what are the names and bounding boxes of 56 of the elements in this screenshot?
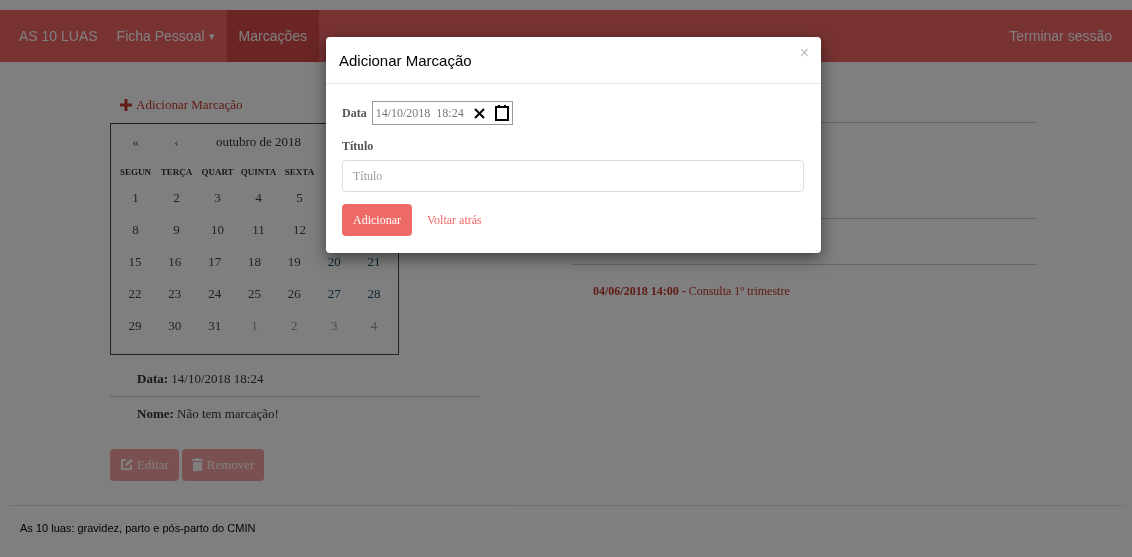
calendar-day[interactable]: 19 — [274, 245, 315, 278]
detail-text: Data: 14/10/2018 18:24 — [137, 370, 264, 389]
calendar-day[interactable]: 9 — [156, 213, 197, 246]
calendar-day[interactable]: 22 — [115, 277, 155, 310]
calendar-day[interactable]: 10 — [197, 213, 238, 246]
previous-year-button[interactable]: « — [115, 131, 156, 152]
detail-text: Nome: Não tem marcação! — [137, 404, 279, 423]
clear-icon[interactable] — [473, 107, 485, 119]
back-link[interactable]: Voltar atrás — [427, 211, 482, 229]
calendar-day[interactable]: 27 — [314, 277, 355, 310]
calendar-day[interactable]: 3 — [197, 181, 238, 214]
calendar-day[interactable]: 5 — [279, 181, 320, 214]
calendar-day[interactable]: 1 — [115, 181, 156, 214]
calendar-day[interactable]: 31 — [194, 309, 235, 342]
calendar-day[interactable]: 24 — [194, 277, 235, 310]
nav-item[interactable]: Ficha Pessoal ▾ — [104, 10, 227, 62]
calendar-day[interactable]: 30 — [154, 309, 195, 342]
calendar-day[interactable]: 2 — [156, 181, 197, 214]
calendar-day[interactable]: 11 — [238, 213, 279, 246]
calendar-day[interactable]: 12 — [279, 213, 320, 246]
calendar-day[interactable]: 4 — [238, 181, 279, 214]
edit-icon — [120, 458, 133, 471]
caret-icon: ▾ — [208, 27, 215, 45]
title-input[interactable]: Título — [342, 160, 804, 192]
calendar-day[interactable]: 15 — [115, 245, 155, 278]
calendar-day[interactable]: 26 — [274, 277, 315, 310]
brand: AS 10 LUAS — [18, 26, 99, 46]
calendar-day[interactable]: 20 — [314, 245, 355, 278]
weekday-label: SEGUN — [119, 165, 152, 179]
calendar-day[interactable]: 8 — [115, 213, 156, 246]
weekday-label: QUART — [200, 165, 235, 179]
date-input[interactable]: 14/10/2018 18:24 — [371, 101, 513, 125]
appointment-item[interactable]: 04/06/2018 14:00 - Consulta 1º trimestre — [573, 265, 1037, 300]
weekday-label: QUINTA — [239, 165, 278, 179]
calendar-icon[interactable] — [494, 105, 509, 121]
date-label: Data — [342, 105, 367, 122]
calendar-day[interactable]: 23 — [154, 277, 195, 310]
calendar-day[interactable]: 29 — [115, 309, 155, 342]
calendar-day[interactable]: 21 — [354, 245, 394, 278]
plus-icon — [120, 98, 132, 111]
trash-icon — [191, 458, 203, 471]
calendar-day[interactable]: 17 — [194, 245, 235, 278]
title-label: Título — [342, 138, 375, 155]
footer-text: As 10 luas: gravidez, parto e pós-parto do CMIN — [20, 521, 256, 536]
calendar-day[interactable]: 25 — [234, 277, 275, 310]
modal-title: Adicionar Marcação — [339, 51, 472, 72]
nav-item[interactable]: Marcações — [226, 10, 319, 62]
weekday-label: SEXTA — [283, 165, 316, 179]
calendar-day[interactable]: 18 — [234, 245, 275, 278]
previous-month-button[interactable]: ‹ — [156, 131, 197, 152]
logout-link[interactable]: Terminar sessão — [1001, 25, 1120, 47]
weekday-label: TERÇA — [159, 165, 194, 179]
calendar-day[interactable]: 28 — [354, 277, 394, 310]
month-title: outubro de 2018 — [214, 132, 303, 151]
submit-button[interactable]: Adicionar — [342, 204, 412, 236]
calendar-day[interactable]: 16 — [154, 245, 195, 278]
